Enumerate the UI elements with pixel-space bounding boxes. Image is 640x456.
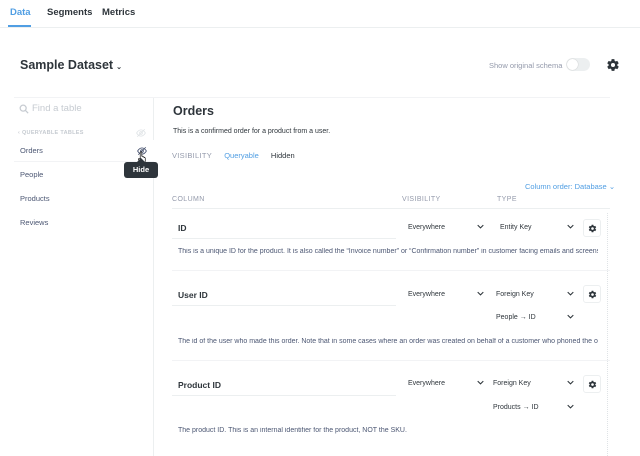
field-name: ID: [178, 223, 187, 233]
field-type-select[interactable]: Foreign Key: [492, 284, 578, 306]
queryable-tables-header[interactable]: ‹ QUERYABLE TABLES: [18, 130, 84, 136]
eye-icon[interactable]: [136, 128, 146, 138]
column-header: COLUMN: [172, 196, 205, 203]
dataset-selector[interactable]: Sample Dataset ⌄: [20, 58, 122, 72]
select-value: People → ID: [496, 314, 536, 321]
table-title: Orders: [173, 104, 214, 118]
chevron-down-icon: ⌄: [608, 182, 616, 191]
tab-metrics[interactable]: Metrics: [102, 7, 135, 18]
field-settings-button[interactable]: [583, 285, 601, 303]
sidebar-item-reviews[interactable]: Reviews: [14, 212, 154, 234]
field-divider: [172, 270, 610, 271]
field-description[interactable]: The product ID. This is an internal iden…: [178, 427, 598, 434]
field-visibility-select[interactable]: Everywhere: [404, 284, 488, 306]
field-name-input[interactable]: ID: [172, 217, 396, 239]
field-description[interactable]: The id of the user who made this order. …: [178, 338, 598, 345]
visibility-selector: VISIBILITY Queryable Hidden: [172, 151, 305, 160]
field-target-select[interactable]: People → ID: [492, 307, 578, 329]
field-settings-button[interactable]: [583, 219, 601, 237]
field-name: User ID: [178, 290, 208, 300]
chevron-down-icon: [567, 380, 574, 385]
visibility-hidden-option[interactable]: Hidden: [271, 151, 295, 160]
visibility-header: VISIBILITY: [402, 196, 441, 203]
chevron-down-icon: [567, 291, 574, 296]
chevron-down-icon: [567, 224, 574, 229]
type-header: TYPE: [497, 196, 517, 203]
field-name-input[interactable]: User ID: [172, 284, 396, 306]
field-divider: [172, 360, 610, 361]
field-name-input[interactable]: Product ID: [172, 374, 396, 396]
visibility-queryable-option[interactable]: Queryable: [224, 151, 259, 160]
scroll-guide: [607, 213, 608, 456]
select-value: Foreign Key: [496, 291, 534, 298]
sidebar-item-label: Products: [20, 194, 50, 203]
column-order-dropdown[interactable]: Column order: Database ⌄: [525, 182, 615, 191]
select-value: Entity Key: [500, 224, 532, 231]
gear-icon: [588, 290, 597, 299]
select-value: Foreign Key: [493, 380, 531, 387]
field-description[interactable]: This is a unique ID for the product. It …: [178, 248, 598, 255]
columns-divider: [172, 208, 610, 209]
gear-icon: [588, 224, 597, 233]
field-name: Product ID: [178, 380, 221, 390]
table-description[interactable]: This is a confirmed order for a product …: [173, 128, 330, 135]
select-value: Everywhere: [408, 224, 445, 231]
gear-icon: [588, 380, 597, 389]
chevron-down-icon: [477, 291, 484, 296]
sidebar-item-products[interactable]: Products: [14, 188, 154, 210]
select-value: Everywhere: [408, 291, 445, 298]
select-value: Everywhere: [408, 380, 445, 387]
gear-icon[interactable]: [606, 58, 620, 72]
chevron-down-icon: [567, 314, 574, 319]
field-settings-button[interactable]: [583, 375, 601, 393]
chevron-down-icon: [477, 380, 484, 385]
chevron-down-icon: ⌄: [116, 64, 122, 71]
visibility-label: VISIBILITY: [172, 151, 213, 160]
table-sidebar: ‹ QUERYABLE TABLES Orders People Product…: [14, 98, 154, 456]
toggle-knob: [567, 59, 578, 70]
sidebar-item-label: Orders: [20, 146, 43, 155]
field-visibility-select[interactable]: Everywhere: [404, 373, 488, 395]
tab-data[interactable]: Data: [10, 7, 31, 18]
sidebar-item-label: People: [20, 170, 44, 179]
chevron-down-icon: [567, 404, 574, 409]
field-target-select[interactable]: Products → ID: [489, 397, 578, 419]
chevron-down-icon: [477, 224, 484, 229]
original-schema-toggle[interactable]: [566, 58, 590, 71]
search-icon: [19, 104, 29, 114]
field-visibility-select[interactable]: Everywhere: [404, 217, 488, 239]
table-search-input[interactable]: [32, 103, 142, 114]
active-tab-indicator: [8, 25, 31, 27]
column-order-label: Column order: Database: [525, 182, 607, 191]
dataset-name: Sample Dataset: [20, 58, 114, 72]
field-type-select[interactable]: Entity Key: [496, 217, 578, 239]
sidebar-item-orders[interactable]: Orders: [14, 140, 154, 162]
section-title: QUERYABLE TABLES: [21, 130, 84, 136]
top-nav: Data Segments Metrics: [0, 0, 640, 28]
select-value: Products → ID: [493, 404, 539, 411]
field-type-select[interactable]: Foreign Key: [489, 373, 578, 395]
show-original-schema-label: Show original schema: [489, 61, 563, 70]
sidebar-item-label: Reviews: [20, 218, 49, 227]
tab-segments[interactable]: Segments: [47, 7, 92, 18]
hide-tooltip: Hide: [124, 158, 158, 178]
